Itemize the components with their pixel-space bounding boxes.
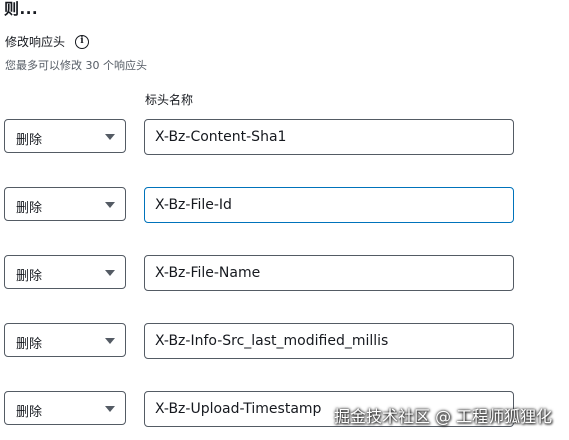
action-select[interactable]: 删除 (4, 323, 126, 357)
header-name-input[interactable] (144, 187, 514, 223)
modify-headers-panel: 则... 修改响应头 i 您最多可以修改 30 个响应头 标头名称 删除 删除 … (0, 0, 569, 440)
header-name-input[interactable] (144, 119, 514, 155)
modify-headers-label-text: 修改响应头 (5, 35, 66, 49)
action-select[interactable]: 删除 (4, 119, 126, 153)
header-row: 删除 (0, 255, 569, 291)
header-name-input[interactable] (144, 323, 514, 359)
header-row: 删除 (0, 323, 569, 359)
section-heading: 则... (4, 0, 39, 18)
action-select-value: 删除 (16, 133, 43, 148)
header-name-column-label: 标头名称 (145, 93, 194, 107)
action-select[interactable]: 删除 (4, 255, 126, 289)
action-select-value: 删除 (16, 201, 43, 216)
header-row: 删除 (0, 187, 569, 223)
info-icon[interactable]: i (75, 34, 90, 49)
action-select-value: 删除 (16, 405, 43, 420)
caret-down-icon (105, 134, 115, 140)
action-select-value: 删除 (16, 337, 43, 352)
action-select[interactable]: 删除 (4, 187, 126, 221)
max-headers-hint: 您最多可以修改 30 个响应头 (5, 59, 147, 72)
caret-down-icon (105, 202, 115, 208)
watermark: 掘金技术社区 @ 工程师狐狸化 (334, 407, 553, 426)
header-name-input[interactable] (144, 255, 514, 291)
caret-down-icon (105, 338, 115, 344)
caret-down-icon (105, 406, 115, 412)
caret-down-icon (105, 270, 115, 276)
modify-headers-label: 修改响应头 i (5, 33, 90, 50)
action-select[interactable]: 删除 (4, 391, 126, 425)
header-row: 删除 (0, 119, 569, 155)
action-select-value: 删除 (16, 269, 43, 284)
